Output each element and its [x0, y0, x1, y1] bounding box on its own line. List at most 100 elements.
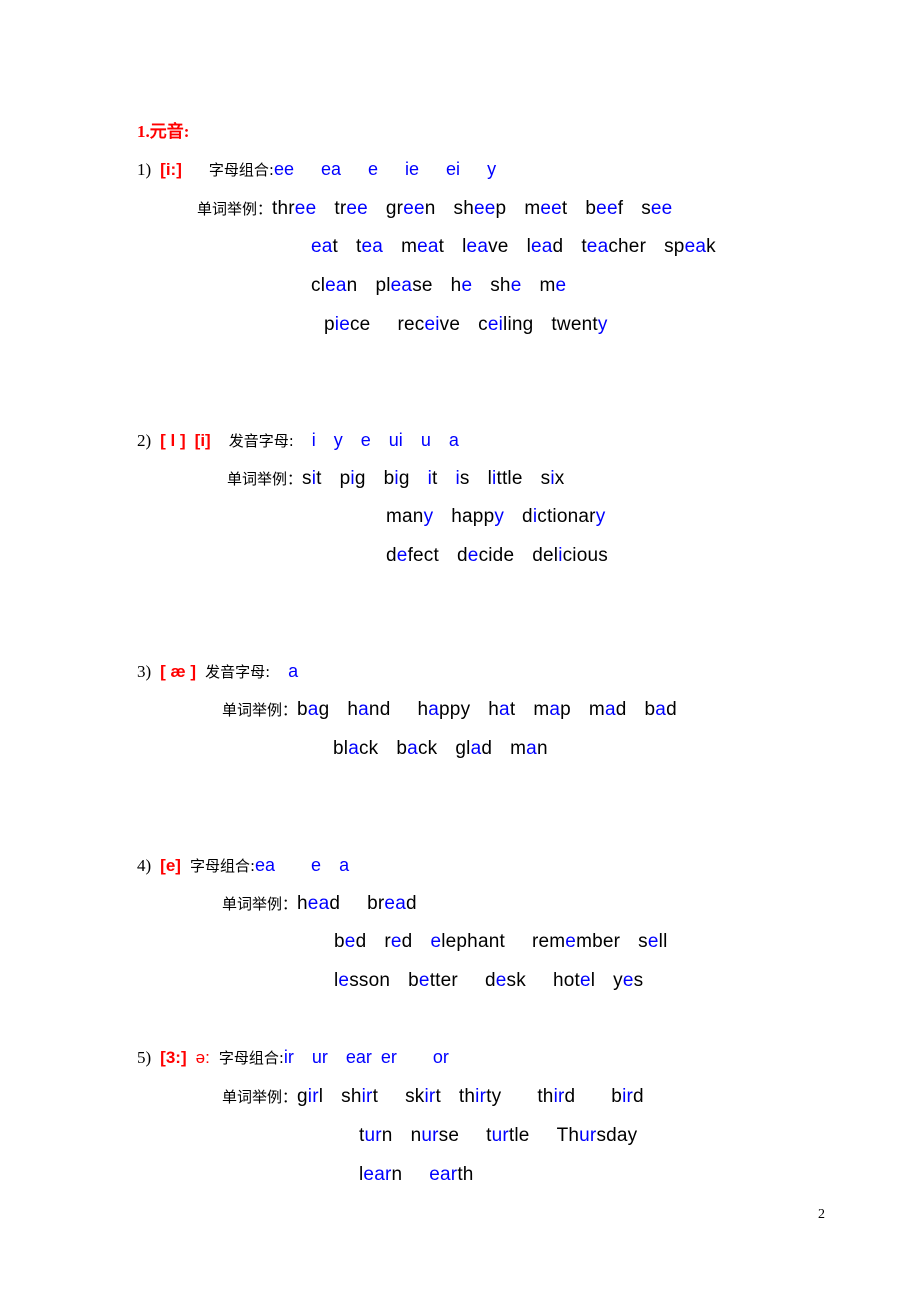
section-5-header: 5) [3:] ə: 字母组合:ir ur ear er or — [137, 1048, 449, 1067]
section-1-examples-row-4: piece receive ceiling twenty — [324, 315, 608, 334]
word: earth — [429, 1164, 474, 1185]
word: green — [385, 198, 436, 219]
word: speak — [664, 236, 716, 257]
word: desk — [484, 970, 526, 991]
word: ceiling — [478, 314, 534, 335]
word: turtle — [486, 1125, 530, 1146]
word: piece — [324, 314, 371, 335]
word: meet — [524, 198, 568, 219]
word: nurse — [410, 1125, 460, 1146]
section-3-header: 3) [ æ ] 发音字母: a — [137, 662, 298, 681]
word: skirt — [405, 1086, 441, 1107]
section-2-header: 2) [ l ] [i] 发音字母: i y e ui u a — [137, 431, 459, 450]
word: learn — [359, 1164, 403, 1185]
word: he — [450, 275, 473, 296]
word: back — [396, 738, 438, 759]
word: bed — [334, 931, 367, 952]
section-index: 3) — [137, 662, 152, 681]
word: is — [455, 468, 470, 489]
section-2-examples-row-1: 单词举例：sit pig big it is little six — [227, 469, 564, 488]
combo-label: 字母组合: — [189, 857, 256, 875]
word: big — [383, 468, 410, 489]
word: decide — [457, 545, 515, 566]
section-4-header: 4) [e] 字母组合:ea e a — [137, 856, 349, 875]
word: bread — [367, 893, 417, 914]
word: hand — [347, 699, 391, 720]
word: lesson — [334, 970, 391, 991]
word: eat — [311, 236, 339, 257]
word: sit — [302, 468, 322, 489]
word: beef — [585, 198, 624, 219]
word-list: girl shirt skirt thirty third bird — [297, 1086, 644, 1107]
section-1-examples-row-2: eat tea meat leave lead teacher speak — [311, 237, 716, 256]
word: mad — [588, 699, 627, 720]
examples-label: 单词举例： — [227, 470, 303, 488]
word: six — [540, 468, 565, 489]
word: teacher — [581, 236, 647, 257]
phonetic-symbol: [ æ ] — [160, 662, 197, 681]
section-1-examples-row-1: 单词举例：three tree green sheep meet beef see — [197, 199, 672, 218]
document-page: 1.元音: 1) [i:] 字母组合:ee ea e ie ei y 单词举例：three tr… — [0, 0, 920, 1302]
word: remember — [531, 931, 621, 952]
section-index: 2) — [137, 431, 152, 450]
examples-label: 单词举例： — [222, 701, 298, 719]
word: happy — [417, 699, 471, 720]
word: little — [487, 468, 523, 489]
combo-label: 发音字母: — [205, 663, 271, 681]
phonetic-symbol: [3:] — [160, 1048, 187, 1067]
phonetic-symbol-secondary: ə: — [195, 1048, 210, 1067]
word: shirt — [341, 1086, 379, 1107]
section-4-examples-row-2: bed red elephant remember sell — [334, 932, 668, 951]
section-2-examples-row-2: many happy dictionary — [386, 507, 605, 526]
word: third — [537, 1086, 576, 1107]
word: thirty — [458, 1086, 502, 1107]
phonetic-symbol: [e] — [160, 856, 181, 875]
word: Thursday — [556, 1125, 638, 1146]
word: three — [272, 198, 317, 219]
word: sell — [638, 931, 668, 952]
word: bad — [644, 699, 677, 720]
word: it — [427, 468, 438, 489]
word: girl — [297, 1086, 324, 1107]
combo-list: ir ur ear er or — [283, 1047, 449, 1067]
word: clean — [311, 275, 358, 296]
section-3-examples-row-2: black back glad man — [333, 739, 548, 758]
word: dictionary — [522, 506, 606, 527]
combo-list: i y e ui u a — [311, 430, 459, 450]
phonetic-symbol: [ l ] — [160, 431, 186, 450]
word: me — [539, 275, 567, 296]
section-index: 1) — [137, 160, 152, 179]
word-list: head bread — [297, 893, 417, 914]
section-1-examples-row-3: clean please he she me — [311, 276, 566, 295]
examples-label: 单词举例： — [222, 895, 298, 913]
word: elephant — [430, 931, 505, 952]
word: she — [490, 275, 522, 296]
word: bird — [611, 1086, 644, 1107]
section-5-examples-row-2: turn nurse turtle Thursday — [359, 1126, 637, 1145]
page-title: 1.元音: — [137, 122, 190, 141]
word-list: three tree green sheep meet beef see — [272, 198, 672, 219]
word: lead — [526, 236, 564, 257]
examples-label: 单词举例： — [197, 200, 273, 218]
word: head — [297, 893, 341, 914]
word: see — [641, 198, 673, 219]
word: better — [408, 970, 458, 991]
word: hat — [488, 699, 516, 720]
word: map — [533, 699, 571, 720]
word: turn — [359, 1125, 393, 1146]
word: pig — [339, 468, 366, 489]
word-list: sit pig big it is little six — [302, 468, 564, 489]
word: delicious — [532, 545, 608, 566]
word: happy — [451, 506, 505, 527]
word: defect — [386, 545, 439, 566]
word: leave — [462, 236, 509, 257]
word-list: bag hand happy hat map mad bad — [297, 699, 677, 720]
section-1-header: 1) [i:] 字母组合:ee ea e ie ei y — [137, 160, 496, 179]
section-5-examples-row-3: learn earth — [359, 1165, 474, 1184]
word: glad — [455, 738, 493, 759]
combo-label: 字母组合: — [218, 1049, 284, 1067]
section-4-examples-row-1: 单词举例：head bread — [222, 894, 417, 913]
page-number: 2 — [818, 1207, 825, 1222]
word: red — [384, 931, 413, 952]
phonetic-symbol: [i:] — [160, 160, 182, 179]
